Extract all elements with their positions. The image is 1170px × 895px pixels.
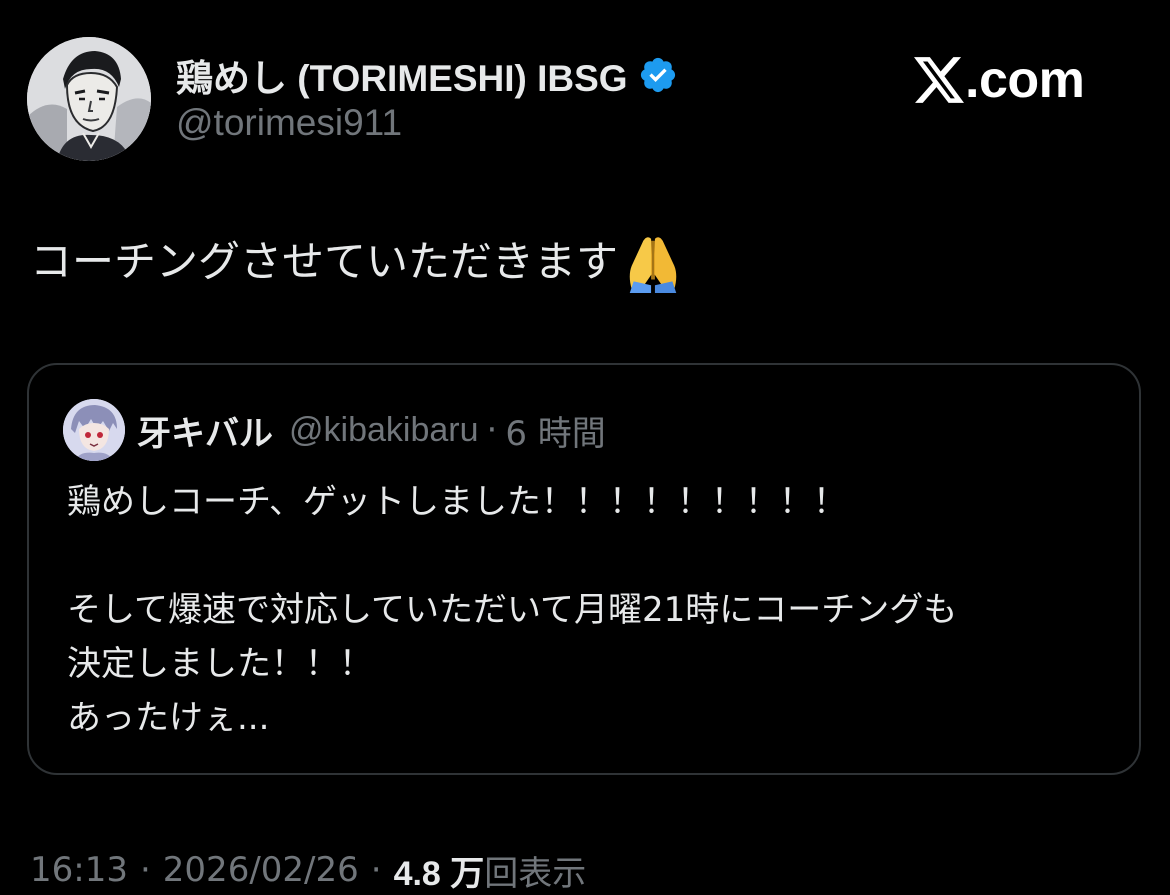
quoted-line: あったけぇ... [67, 698, 270, 738]
author-name-row: 鶏めし (TORIMESHI) IBSG [176, 50, 678, 100]
tweet-body: コーチングさせていただきます [30, 237, 619, 286]
separator-dot: · [486, 410, 498, 450]
tweet-text: コーチングさせていただきます [30, 230, 684, 294]
verified-badge-icon [638, 55, 678, 95]
quoted-tweet-header: 牙キバル @kibakibaru · 6 時間 [137, 405, 606, 455]
author-handle[interactable]: @torimesi911 [176, 102, 402, 144]
author-display-name[interactable]: 鶏めし (TORIMESHI) IBSG [176, 48, 628, 102]
author-avatar[interactable] [27, 37, 151, 161]
view-count: 4.8 万 [393, 854, 485, 893]
separator-dot: · [139, 850, 151, 890]
x-logo-icon [914, 57, 964, 103]
separator-dot: · [370, 850, 382, 890]
x-com-logo: .com [914, 51, 1085, 109]
quoted-line: 決定しました！！！ [67, 644, 373, 684]
quoted-tweet-time[interactable]: 6 時間 [505, 406, 605, 455]
quoted-author-handle[interactable]: @kibakibaru [289, 411, 479, 450]
tweet-date[interactable]: 2026/02/26 [163, 850, 359, 890]
quoted-line: そして爆速で対応していただいて月曜21時にコーチングも [67, 590, 958, 630]
tweet-time[interactable]: 16:13 [30, 850, 128, 890]
tweet-meta: 16:13 · 2026/02/26 · 4.8 万 回表示 [30, 846, 586, 894]
folded-hands-emoji-icon [622, 231, 684, 293]
quoted-line-break [67, 529, 957, 583]
quoted-tweet-body: 鶏めしコーチ、ゲットしました！！！！！！！！！ そして爆速で対応していただいて月… [67, 475, 957, 745]
quoted-line: 鶏めしコーチ、ゲットしました！！！！！！！！！ [67, 482, 847, 522]
quoted-author-name[interactable]: 牙キバル [137, 406, 273, 455]
view-count-label: 回表示 [484, 853, 587, 894]
quoted-tweet-card[interactable]: 牙キバル @kibakibaru · 6 時間 鶏めしコーチ、ゲットしました！！… [27, 363, 1141, 775]
quoted-author-avatar[interactable] [63, 399, 125, 461]
logo-domain-text: .com [965, 51, 1085, 109]
